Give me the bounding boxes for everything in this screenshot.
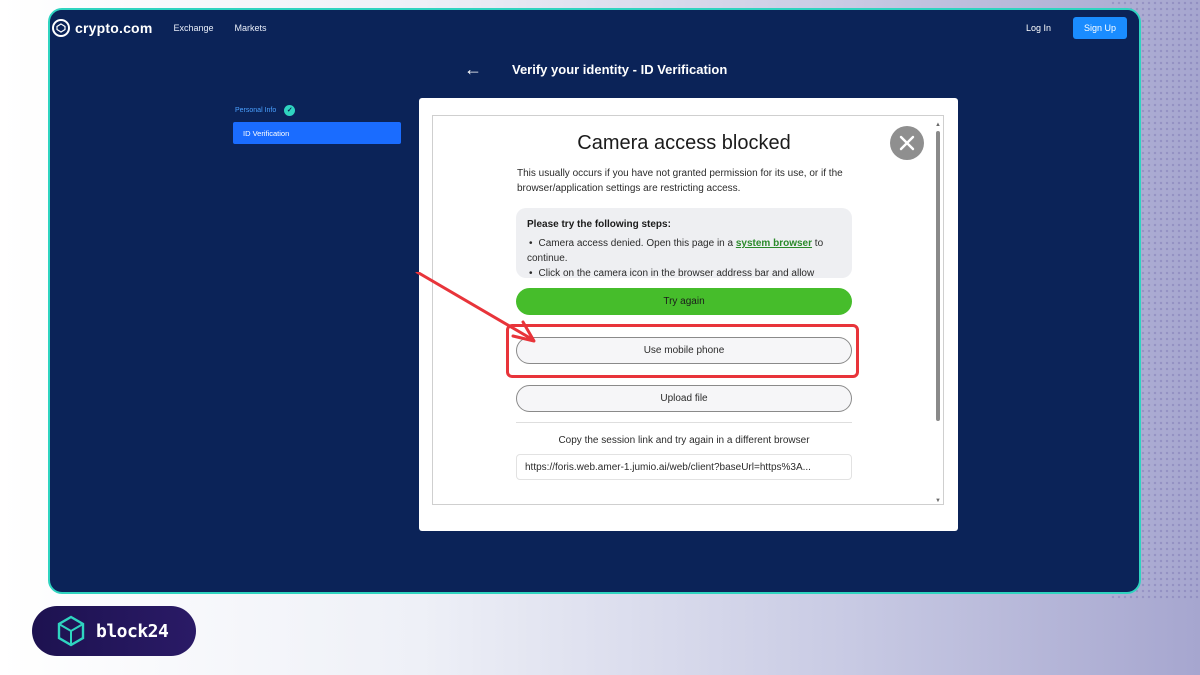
system-browser-link[interactable]: system browser <box>736 238 812 249</box>
scrollbar[interactable]: ▲ ▼ <box>935 122 941 504</box>
step1-text: Camera access denied. Open this page in … <box>538 238 736 249</box>
brand-text: block24 <box>96 620 169 642</box>
bullet-icon: • <box>529 238 533 249</box>
troubleshooting-steps: Please try the following steps: • Camera … <box>516 208 852 278</box>
session-link-field[interactable]: https://foris.web.amer-1.jumio.ai/web/cl… <box>516 454 852 480</box>
scroll-down-icon[interactable]: ▼ <box>935 498 941 504</box>
page-header: ← Verify your identity - ID Verification <box>464 60 727 78</box>
login-link[interactable]: Log In <box>1026 23 1051 33</box>
scrollbar-thumb[interactable] <box>936 131 940 421</box>
modal-description: This usually occurs if you have not gran… <box>517 168 843 194</box>
page-title: Verify your identity - ID Verification <box>512 61 728 77</box>
modal-title: Camera access blocked <box>577 132 791 154</box>
verification-steps: Personal Info ✓ ID Verification <box>233 102 401 144</box>
list-item: • Camera access denied. Open this page in… <box>527 236 841 266</box>
step2-text: Click on the camera icon in the browser … <box>538 268 815 278</box>
check-icon: ✓ <box>284 104 296 116</box>
nav-link-exchange[interactable]: Exchange <box>173 23 213 33</box>
step-id-verification[interactable]: ID Verification <box>233 122 401 144</box>
annotation-highlight-box <box>506 324 859 378</box>
top-navigation: crypto.com Exchange Markets Log In Sign … <box>50 10 1139 46</box>
crypto-logo[interactable]: crypto.com <box>52 19 152 37</box>
nav-right: Log In Sign Up <box>1026 17 1139 39</box>
signup-button[interactable]: Sign Up <box>1072 17 1127 39</box>
list-item: • Click on the camera icon in the browser… <box>527 266 841 278</box>
arrow-left-icon[interactable]: ← <box>464 60 482 78</box>
steps-heading: Please try the following steps: <box>527 219 671 230</box>
upload-file-button[interactable]: Upload file <box>516 385 852 412</box>
logo-text: crypto.com <box>75 20 153 36</box>
crypto-logo-icon <box>52 19 70 37</box>
divider <box>516 422 852 423</box>
copy-session-text: Copy the session link and try again in a… <box>558 435 810 446</box>
steps-list: • Camera access denied. Open this page in… <box>527 236 841 278</box>
block24-brand-badge: block24 <box>32 606 196 656</box>
scroll-up-icon[interactable]: ▲ <box>935 122 941 128</box>
cube-logo-icon <box>57 615 85 647</box>
step-personal-info-label: Personal Info <box>235 106 277 114</box>
annotation-arrow-icon <box>415 272 536 343</box>
nav-link-markets[interactable]: Markets <box>235 23 267 33</box>
step-id-verification-label: ID Verification <box>243 128 290 138</box>
app-window: crypto.com Exchange Markets Log In Sign … <box>48 8 1141 594</box>
try-again-button[interactable]: Try again <box>516 288 852 315</box>
step-personal-info[interactable]: Personal Info ✓ <box>233 102 401 118</box>
